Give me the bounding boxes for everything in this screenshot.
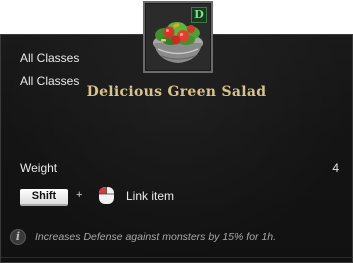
divider: [1, 257, 353, 258]
grade-badge: D: [191, 7, 207, 23]
weight-value: 4: [332, 161, 339, 175]
link-item-label: Link item: [126, 189, 175, 203]
mouse-click-icon: [99, 187, 114, 204]
item-icon-frame: D: [143, 1, 213, 73]
weight-label: Weight: [20, 161, 58, 175]
shift-key-icon: Shift: [20, 189, 68, 206]
plus-sign: +: [76, 189, 83, 201]
item-title: Delicious Green Salad: [86, 84, 267, 100]
item-description: Increases Defense against monsters by 15…: [35, 231, 277, 243]
class-requirement: All Classes: [20, 51, 80, 65]
info-icon: i: [10, 229, 26, 245]
